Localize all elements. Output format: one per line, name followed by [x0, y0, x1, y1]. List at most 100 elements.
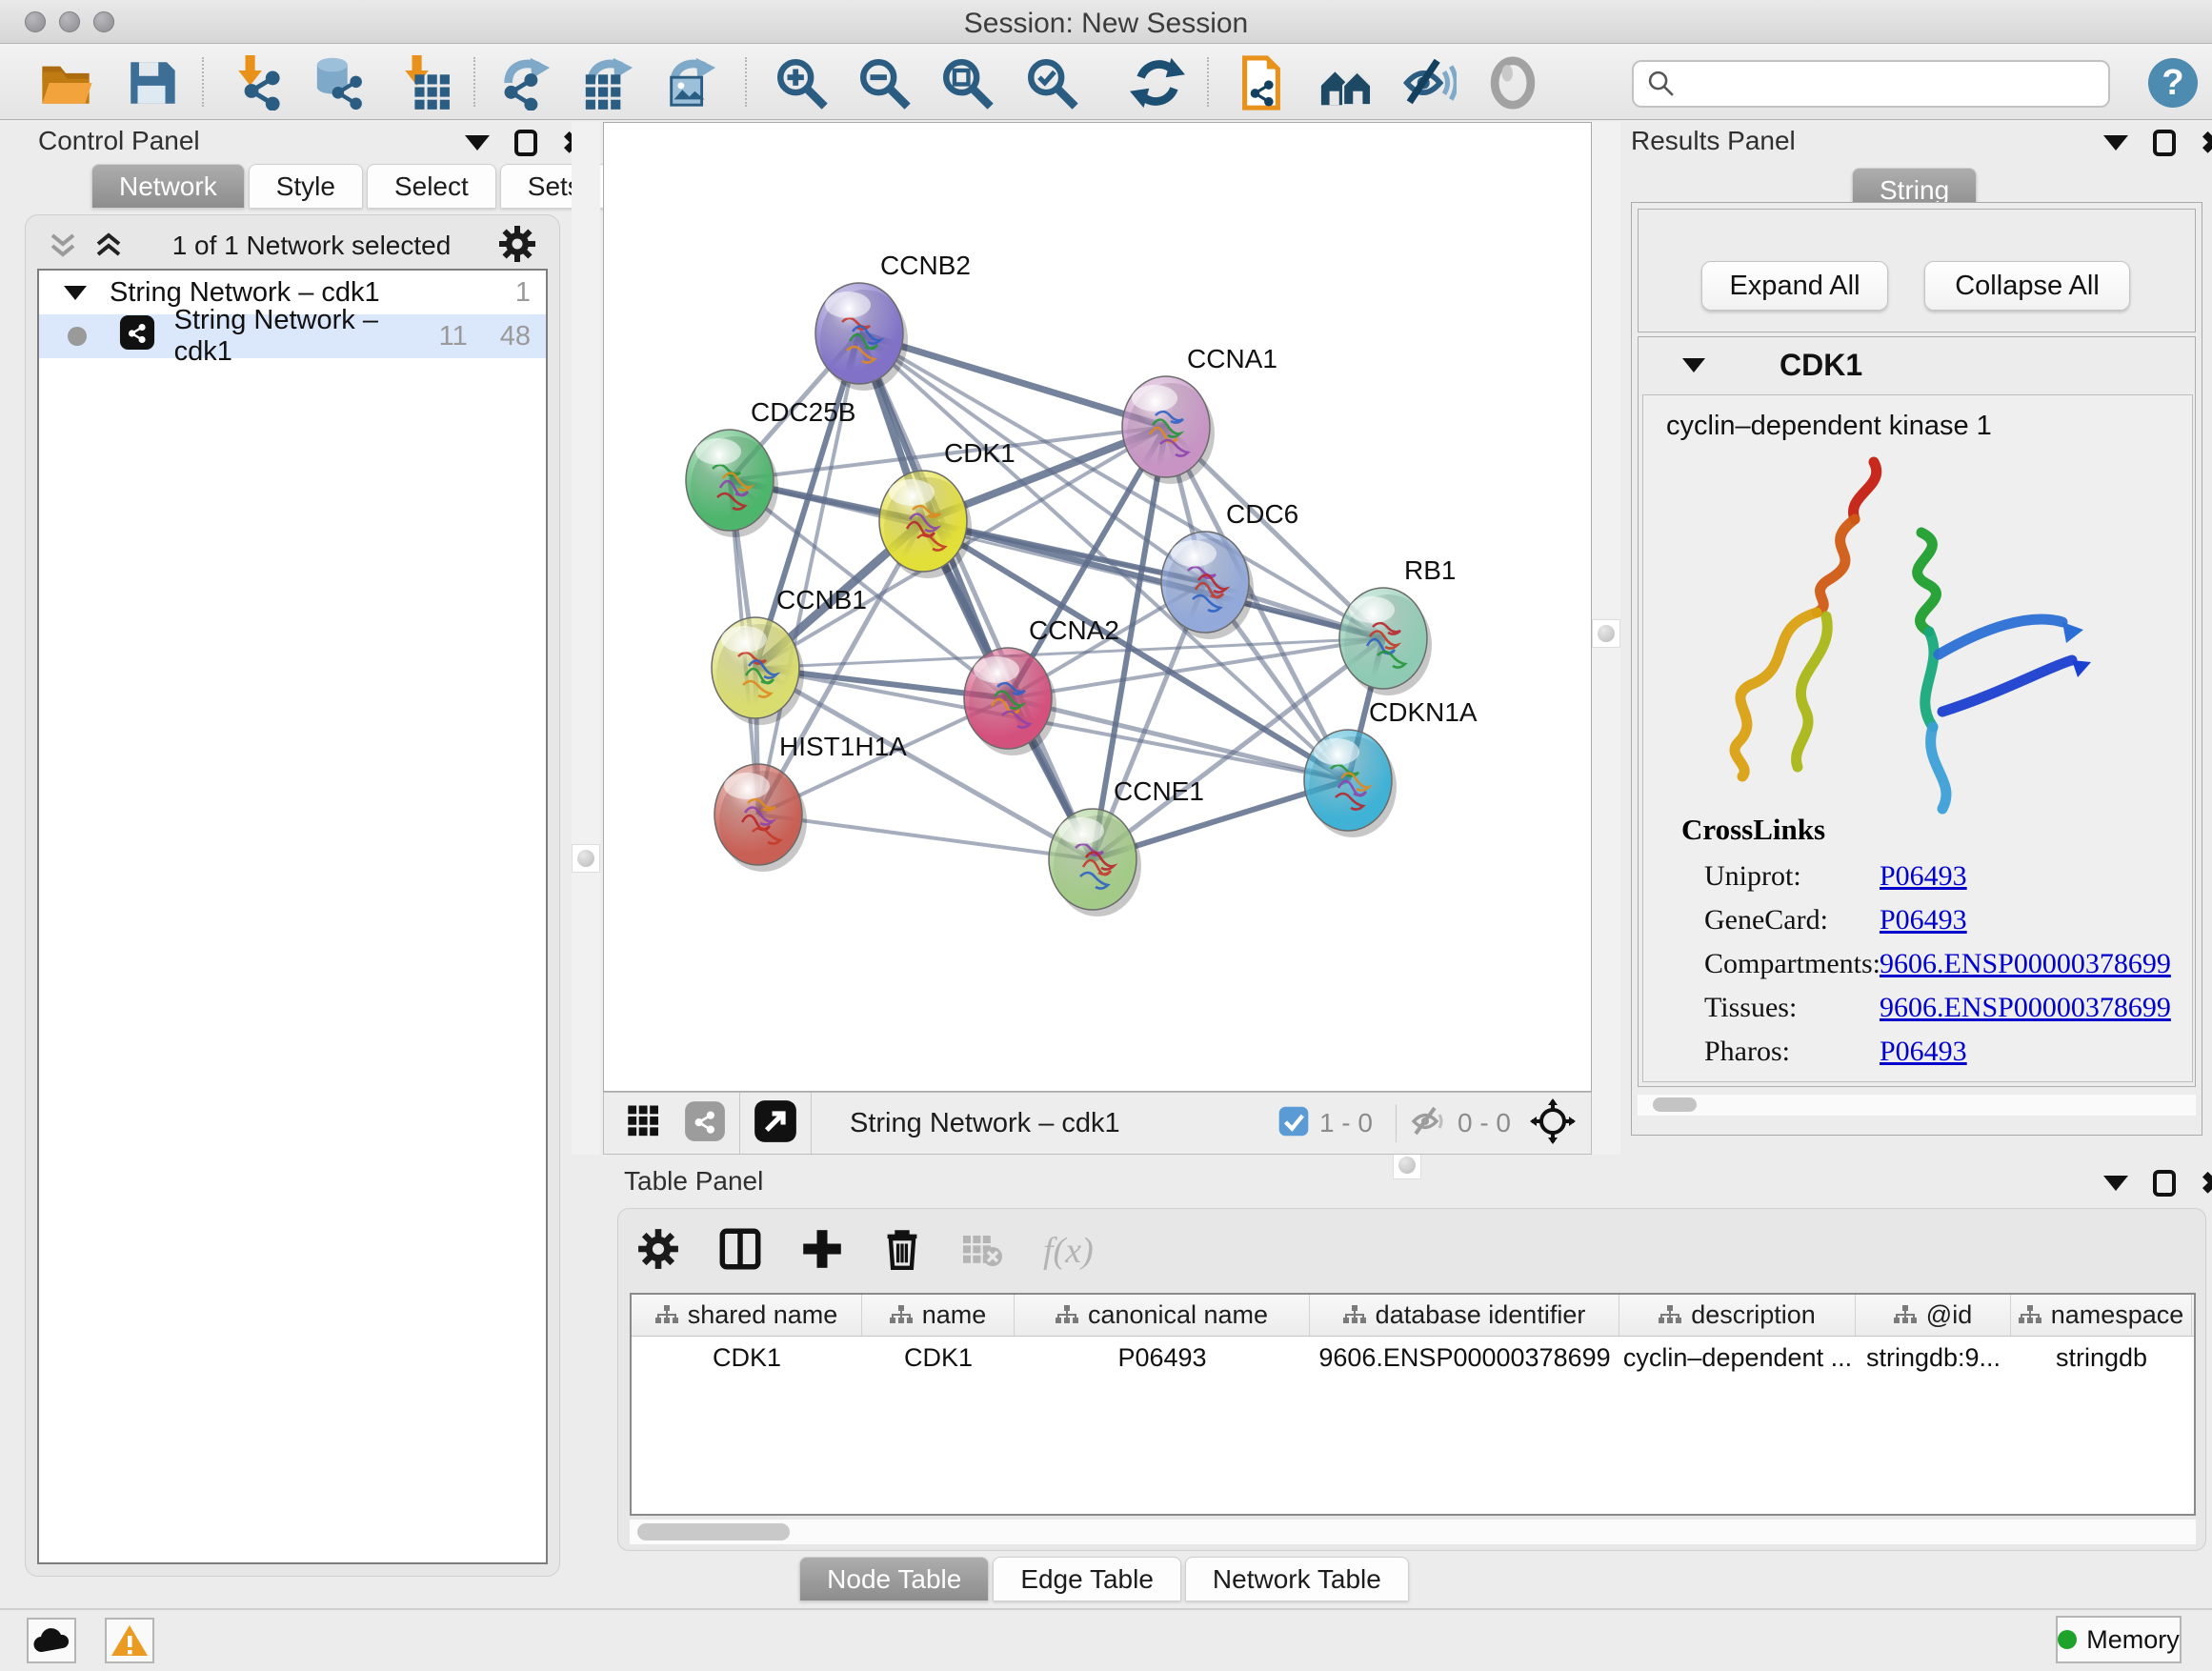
network-node-RB1: RB1	[1339, 555, 1456, 695]
refresh-icon[interactable]	[1130, 55, 1185, 111]
tab-style[interactable]: Style	[249, 164, 363, 208]
column-header-namespace[interactable]: namespace	[2011, 1295, 2192, 1336]
crosslink-link[interactable]: 9606.ENSP00000378699	[1880, 992, 2171, 1024]
export-table-icon[interactable]	[580, 55, 635, 111]
show-columns-icon[interactable]	[719, 1228, 761, 1275]
divider-handle[interactable]	[1592, 619, 1620, 648]
memory-button[interactable]: Memory	[2056, 1616, 2182, 1663]
network-tree-child-row[interactable]: String Network – cdk1 11 48	[39, 314, 546, 358]
save-session-icon[interactable]	[124, 55, 179, 111]
expand-all-button[interactable]: Expand All	[1701, 261, 1888, 311]
column-header-sharedname[interactable]: shared name	[632, 1295, 862, 1336]
warning-button[interactable]	[105, 1618, 154, 1663]
export-image-icon[interactable]	[663, 55, 718, 111]
divider-handle[interactable]	[572, 844, 600, 873]
network-canvas[interactable]: CCNB2CCNA1CDC25BCDK1CDC6RB1CCNB1CCNA2CDK…	[603, 122, 1592, 1092]
crosslink-label: Uniprot:	[1704, 860, 1801, 893]
open-in-window-icon[interactable]	[754, 1099, 797, 1148]
network-view-title: String Network – cdk1	[850, 1108, 1120, 1139]
add-column-icon[interactable]	[801, 1228, 843, 1275]
panel-close-icon[interactable]: ✖	[2201, 1170, 2212, 1197]
panel-collapse-icon[interactable]	[465, 135, 490, 151]
import-table-icon[interactable]	[398, 55, 453, 111]
gene-section-header[interactable]: CDK1	[1639, 337, 2195, 393]
panel-float-icon[interactable]	[2153, 1170, 2176, 1197]
window-title: Session: New Session	[0, 8, 2212, 40]
import-network-file-icon[interactable]	[231, 55, 287, 111]
open-session-icon[interactable]	[38, 55, 93, 111]
tab-edge-table[interactable]: Edge Table	[993, 1557, 1181, 1601]
zoom-fit-icon[interactable]	[939, 55, 995, 111]
right-panel-divider[interactable]	[1592, 122, 1620, 1155]
toolbar-separator	[745, 57, 747, 107]
show-hide-icon[interactable]	[1401, 55, 1457, 111]
status-bar: Memory	[0, 1610, 2212, 1671]
panel-float-icon[interactable]	[2153, 130, 2176, 156]
node-table[interactable]: shared namenamecanonical namedatabase id…	[630, 1293, 2196, 1516]
panel-float-icon[interactable]	[514, 130, 537, 156]
crosslink-link[interactable]: P06493	[1880, 904, 1967, 936]
column-header-description[interactable]: description	[1619, 1295, 1856, 1336]
hidden-eye-icon[interactable]	[1410, 1105, 1448, 1142]
tree-expand-icon[interactable]	[64, 286, 87, 300]
export-network-icon[interactable]	[497, 55, 553, 111]
zoom-in-icon[interactable]	[774, 55, 829, 111]
crosslink-label: Compartments:	[1704, 948, 1880, 980]
results-panel-title: Results Panel	[1631, 126, 1796, 156]
crosslink-link[interactable]: P06493	[1880, 860, 1967, 893]
home-pages-icon[interactable]	[1318, 55, 1374, 111]
string-results-box: Expand All Collapse All CDK1 cyclin–depe…	[1631, 202, 2202, 1136]
column-header-id[interactable]: @id	[1856, 1295, 2011, 1336]
zoom-out-icon[interactable]	[856, 55, 912, 111]
network-node-CCNB1: CCNB1	[712, 585, 867, 725]
help-button[interactable]: ?	[2145, 55, 2201, 111]
network-options-gear-icon[interactable]	[498, 225, 536, 268]
control-panel-title: Control Panel	[38, 126, 200, 156]
birdseye-crosshair-icon[interactable]	[1530, 1098, 1576, 1149]
gene-detail-box: cyclin–dependent kinase 1 CrossLinks Uni…	[1642, 394, 2193, 1082]
svg-text:RB1: RB1	[1404, 555, 1456, 585]
svg-text:CCNB1: CCNB1	[776, 585, 867, 614]
collapse-all-networks-icon[interactable]	[47, 232, 125, 260]
table-hscrollbar[interactable]	[630, 1520, 2196, 1544]
results-scrollbar[interactable]	[1638, 1095, 2196, 1116]
search-box[interactable]	[1632, 60, 2110, 108]
open-document-share-icon[interactable]	[1234, 55, 1289, 111]
memory-status-dot	[2058, 1630, 2077, 1649]
table-panel-title: Table Panel	[624, 1166, 763, 1197]
panel-collapse-icon[interactable]	[2103, 1176, 2128, 1191]
crosslink-link[interactable]: P06493	[1880, 1036, 1967, 1068]
network-overview-icon[interactable]	[684, 1100, 726, 1147]
network-label: String Network – cdk1	[174, 305, 439, 368]
selected-checkbox-icon[interactable]	[1277, 1105, 1310, 1142]
tab-network-table[interactable]: Network Table	[1185, 1557, 1409, 1601]
svg-text:CCNB2: CCNB2	[880, 251, 971, 280]
column-header-databaseidentifier[interactable]: database identifier	[1310, 1295, 1619, 1336]
grid-view-icon[interactable]	[625, 1100, 667, 1147]
cloud-button[interactable]	[27, 1618, 76, 1663]
gray-lens-icon[interactable]	[1485, 55, 1540, 111]
function-builder-icon: f(x)	[1043, 1230, 1094, 1272]
panel-close-icon[interactable]: ✖	[2201, 130, 2212, 156]
title-bar: Session: New Session	[0, 0, 2212, 44]
tab-node-table[interactable]: Node Table	[799, 1557, 989, 1601]
table-panel: Table Panel ✖ f(x) shared namenamecanoni…	[603, 1166, 2212, 1602]
main-toolbar: ?	[0, 44, 2212, 120]
section-expand-icon[interactable]	[1682, 358, 1705, 372]
column-header-canonicalname[interactable]: canonical name	[1015, 1295, 1310, 1336]
search-input[interactable]	[1678, 70, 2078, 99]
collapse-all-button[interactable]: Collapse All	[1924, 261, 2130, 311]
import-network-database-icon[interactable]	[312, 55, 367, 111]
left-panel-divider[interactable]	[572, 122, 600, 1155]
table-options-gear-icon[interactable]	[637, 1228, 679, 1275]
delete-column-icon[interactable]	[883, 1228, 921, 1275]
column-header-name[interactable]: name	[862, 1295, 1015, 1336]
table-row[interactable]: CDK1CDK1P064939606.ENSP00000378699cyclin…	[632, 1337, 2194, 1379]
help-question-glyph: ?	[2162, 63, 2183, 103]
gene-description: cyclin–dependent kinase 1	[1643, 395, 2192, 442]
zoom-selected-icon[interactable]	[1024, 55, 1079, 111]
panel-collapse-icon[interactable]	[2103, 135, 2128, 151]
crosslink-link[interactable]: 9606.ENSP00000378699	[1880, 948, 2171, 980]
tab-select[interactable]: Select	[367, 164, 496, 208]
tab-network[interactable]: Network	[91, 164, 245, 208]
